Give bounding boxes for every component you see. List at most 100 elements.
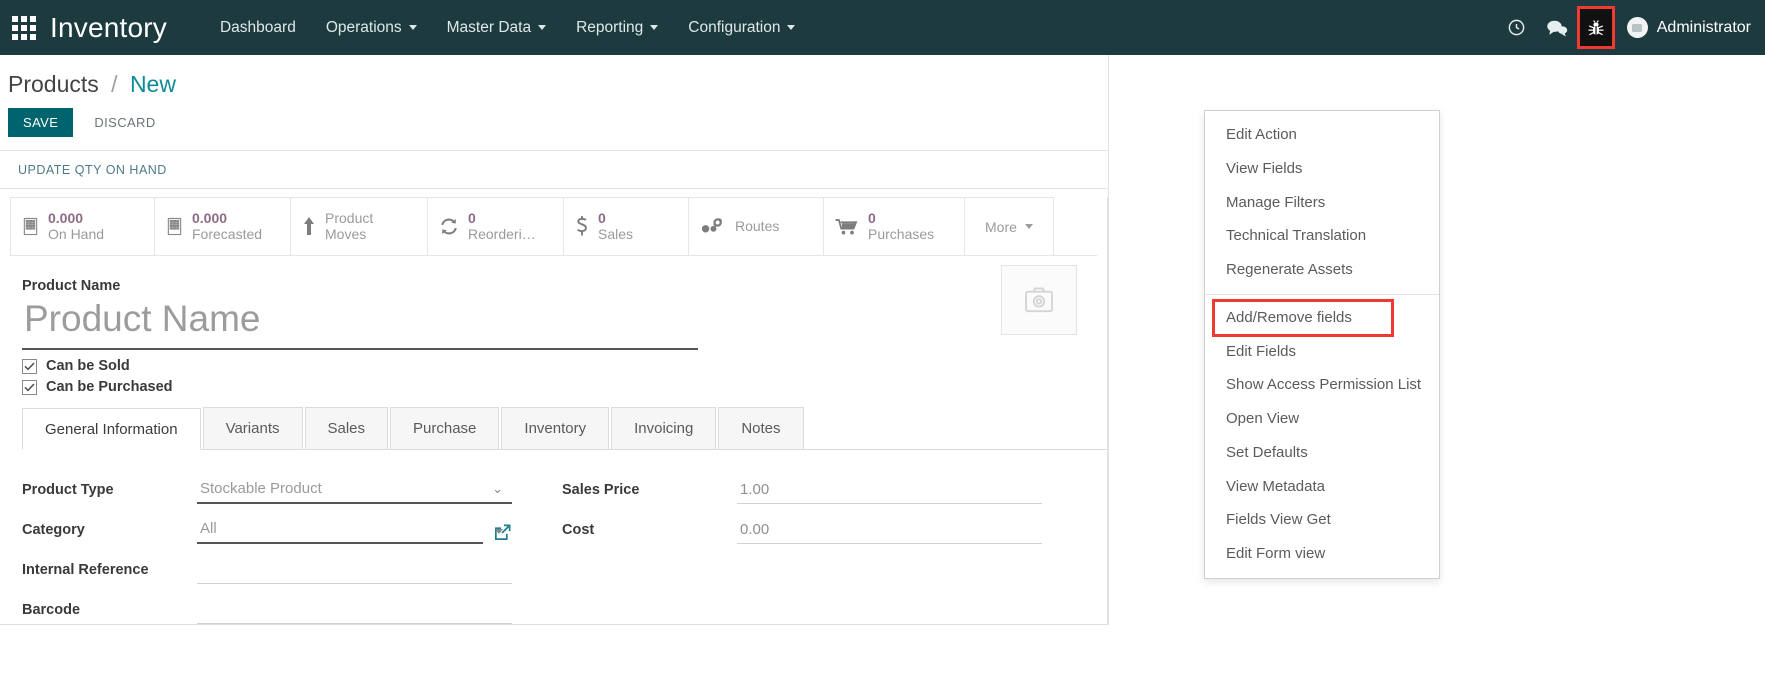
field-internal-reference: Internal Reference (22, 552, 512, 585)
stat-label-reordering-rules: Reordering Rules (468, 226, 542, 243)
product-name-block: Product Name (0, 256, 1107, 351)
stat-value-reordering-rules: 0 (468, 210, 476, 226)
general-information-form: Product Type ⌄ Category (0, 450, 1107, 625)
tab-inventory[interactable]: Inventory (501, 407, 610, 450)
chevron-down-icon (787, 25, 796, 30)
stat-button-purchases[interactable]: 0 Purchases (824, 197, 965, 256)
can-be-sold-checkbox[interactable] (22, 358, 37, 374)
menu-item-edit-form-view[interactable]: Edit Form view (1205, 537, 1439, 571)
menu-item-view-metadata[interactable]: View Metadata (1205, 470, 1439, 504)
page-content: Products / New SAVE DISCARD UPDATE QTY O… (0, 55, 1765, 626)
sales-price-input[interactable] (737, 481, 1042, 505)
form-sheet: 0.000 On Hand 0.000 Forecasted Product M… (0, 197, 1108, 626)
menu-item-regenerate-assets[interactable]: Regenerate Assets (1205, 253, 1439, 287)
breadcrumb-new: New (129, 71, 176, 97)
menu-configuration-label: Configuration (688, 18, 781, 36)
field-cost: Cost (562, 512, 1042, 545)
notebook-tabs: General Information Variants Sales Purch… (22, 407, 1107, 451)
tab-purchase[interactable]: Purchase (390, 407, 500, 450)
menu-item-edit-action[interactable]: Edit Action (1205, 118, 1439, 152)
product-flags: Can be Sold Can be Purchased (0, 350, 1107, 395)
menu-item-open-view[interactable]: Open View (1205, 402, 1439, 436)
app-brand-title[interactable]: Inventory (50, 12, 205, 44)
stat-button-forecasted[interactable]: 0.000 Forecasted (155, 197, 291, 256)
menu-item-show-access-permission-list[interactable]: Show Access Permission List (1205, 368, 1439, 402)
developer-tools-dropdown: Edit Action View Fields Manage Filters T… (1204, 110, 1440, 579)
field-barcode: Barcode (22, 592, 512, 625)
save-button[interactable]: SAVE (8, 108, 74, 137)
warehouse-icon (166, 217, 183, 236)
product-image-placeholder[interactable] (1001, 265, 1077, 336)
menu-configuration[interactable]: Configuration (673, 0, 810, 55)
chat-bubble-icon[interactable] (1537, 0, 1577, 55)
menu-reporting-label: Reporting (576, 18, 644, 36)
menu-item-technical-translation[interactable]: Technical Translation (1205, 219, 1439, 253)
arrow-up-icon (302, 216, 316, 236)
internal-reference-input[interactable] (197, 561, 512, 585)
tab-general-information[interactable]: General Information (22, 408, 201, 451)
can-be-purchased-checkbox[interactable] (22, 379, 37, 395)
menu-item-fields-view-get[interactable]: Fields View Get (1205, 503, 1439, 537)
apps-grid-icon[interactable] (10, 14, 38, 42)
form-column-right: Sales Price Cost (562, 472, 1042, 624)
chevron-down-icon (1024, 224, 1033, 230)
tab-invoicing[interactable]: Invoicing (611, 407, 717, 450)
stat-button-routes[interactable]: Routes (689, 197, 824, 256)
product-type-label: Product Type (22, 482, 114, 499)
barcode-input[interactable] (197, 601, 512, 625)
product-type-select[interactable] (197, 480, 512, 505)
can-be-purchased-label: Can be Purchased (46, 379, 173, 396)
stat-button-row: 0.000 On Hand 0.000 Forecasted Product M… (10, 197, 1097, 257)
chevron-down-icon (408, 25, 417, 30)
cost-input[interactable] (737, 521, 1042, 545)
refresh-icon (439, 217, 459, 236)
discard-button[interactable]: DISCARD (79, 108, 170, 137)
chevron-down-icon (538, 25, 547, 30)
stat-button-reordering-rules[interactable]: 0 Reordering Rules (428, 197, 564, 256)
stat-button-sales[interactable]: 0 Sales (564, 197, 689, 256)
field-sales-price: Sales Price (562, 472, 1042, 505)
tab-notes[interactable]: Notes (718, 407, 804, 450)
breadcrumb-products[interactable]: Products (8, 71, 99, 97)
product-name-input[interactable] (22, 294, 698, 351)
update-qty-on-hand-button[interactable]: UPDATE QTY ON HAND (18, 163, 167, 177)
menu-item-manage-filters[interactable]: Manage Filters (1205, 186, 1439, 220)
dollar-icon (575, 215, 589, 237)
stat-button-more[interactable]: More (965, 197, 1054, 256)
navbar-right-tools: Administrator (1497, 0, 1765, 55)
can-be-sold-row[interactable]: Can be Sold (22, 358, 1107, 374)
stat-label-on-hand: On Hand (48, 226, 105, 243)
menu-divider (1205, 293, 1439, 295)
clock-icon[interactable] (1497, 0, 1537, 55)
menu-item-edit-fields[interactable]: Edit Fields (1205, 335, 1439, 369)
breadcrumb-separator: / (111, 71, 118, 97)
can-be-purchased-row[interactable]: Can be Purchased (22, 379, 1107, 395)
menu-reporting[interactable]: Reporting (561, 0, 673, 55)
user-menu[interactable]: Administrator (1626, 17, 1751, 38)
stat-value-forecasted: 0.000 (192, 210, 228, 226)
main-menu: Dashboard Operations Master Data Reporti… (205, 0, 811, 55)
menu-master-data[interactable]: Master Data (432, 0, 561, 55)
stat-label-product-moves: Product Moves (325, 210, 374, 243)
stat-label-sales: Sales (598, 226, 634, 243)
field-category: Category (22, 512, 512, 545)
category-select[interactable] (197, 520, 483, 545)
tab-variants[interactable]: Variants (202, 407, 303, 450)
stat-button-product-moves[interactable]: Product Moves (291, 197, 428, 256)
avatar (1626, 17, 1648, 38)
external-link-icon[interactable] (493, 523, 512, 544)
stat-button-on-hand[interactable]: 0.000 On Hand (10, 197, 155, 256)
menu-dashboard[interactable]: Dashboard (205, 0, 311, 55)
status-bar: UPDATE QTY ON HAND (0, 151, 1108, 189)
tab-sales[interactable]: Sales (304, 407, 389, 450)
menu-item-set-defaults[interactable]: Set Defaults (1205, 436, 1439, 470)
form-column-left: Product Type ⌄ Category (22, 472, 512, 625)
menu-item-add-remove-fields[interactable]: Add/Remove fields (1212, 298, 1394, 337)
stat-label-routes: Routes (735, 218, 780, 235)
bug-icon[interactable] (1576, 6, 1615, 49)
menu-operations[interactable]: Operations (311, 0, 432, 55)
menu-item-view-fields[interactable]: View Fields (1205, 152, 1439, 186)
shopping-cart-icon (835, 217, 859, 236)
field-product-type: Product Type ⌄ (22, 472, 512, 505)
product-name-label: Product Name (22, 278, 121, 295)
